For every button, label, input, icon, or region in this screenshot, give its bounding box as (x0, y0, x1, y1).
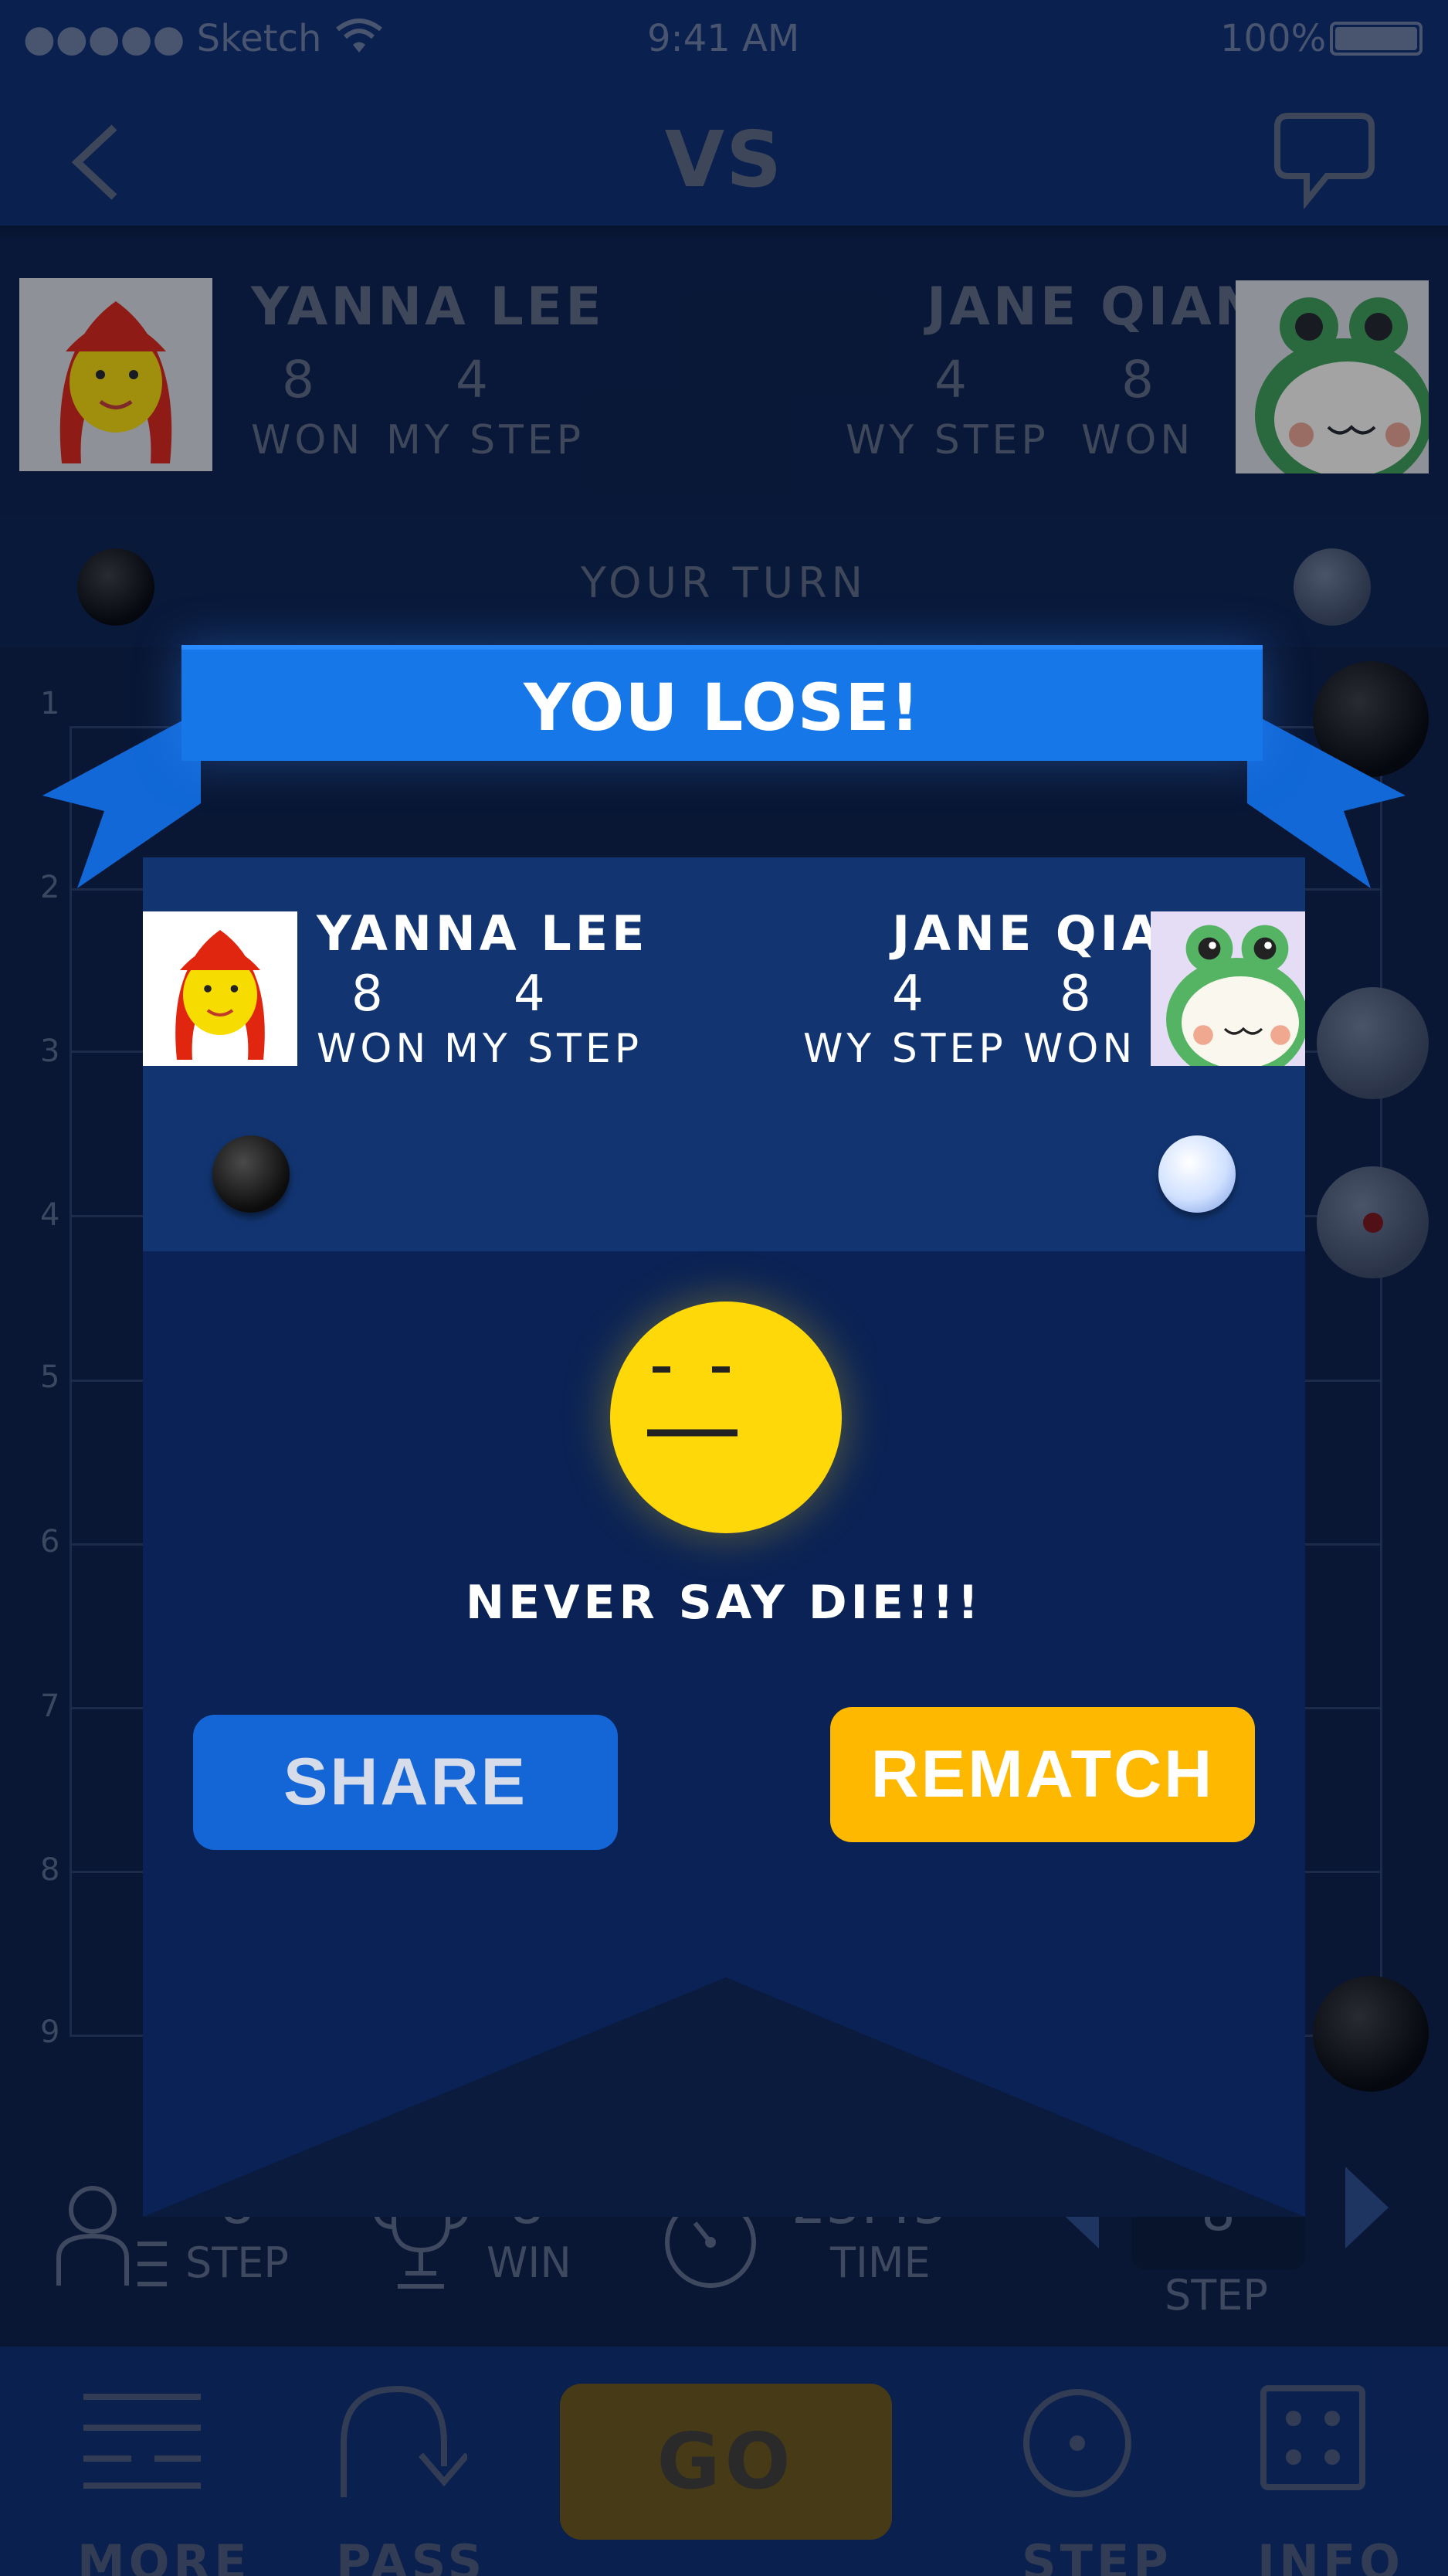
step-count: 4 (514, 966, 545, 1023)
avatar (1151, 911, 1305, 1066)
step-label: WY STEP (803, 1026, 1007, 1072)
step-label: MY STEP (444, 1026, 643, 1072)
result-ribbon: YOU LOSE! (181, 645, 1263, 761)
won-count: 8 (351, 966, 383, 1023)
girl-avatar-icon (143, 911, 297, 1066)
black-stone (212, 1135, 290, 1213)
step-count: 4 (892, 966, 924, 1023)
neutral-face-icon (610, 1302, 842, 1533)
result-title: YOU LOSE! (524, 670, 921, 745)
avatar (143, 911, 297, 1066)
won-label: WON (317, 1026, 430, 1072)
result-message: NEVER SAY DIE!!! (465, 1576, 983, 1630)
won-label: WON (1023, 1026, 1137, 1072)
white-stone (1158, 1135, 1236, 1213)
ribbon-tail-left (42, 711, 201, 888)
rematch-button[interactable]: REMATCH (830, 1707, 1255, 1842)
player-name: YANNA LEE (317, 905, 649, 962)
share-button[interactable]: SHARE (193, 1715, 618, 1850)
ribbon-tail-right (1247, 711, 1406, 888)
won-count: 8 (1060, 966, 1091, 1023)
dialog-chevron-notch (143, 1977, 1305, 2217)
frog-avatar-icon (1151, 911, 1305, 1066)
